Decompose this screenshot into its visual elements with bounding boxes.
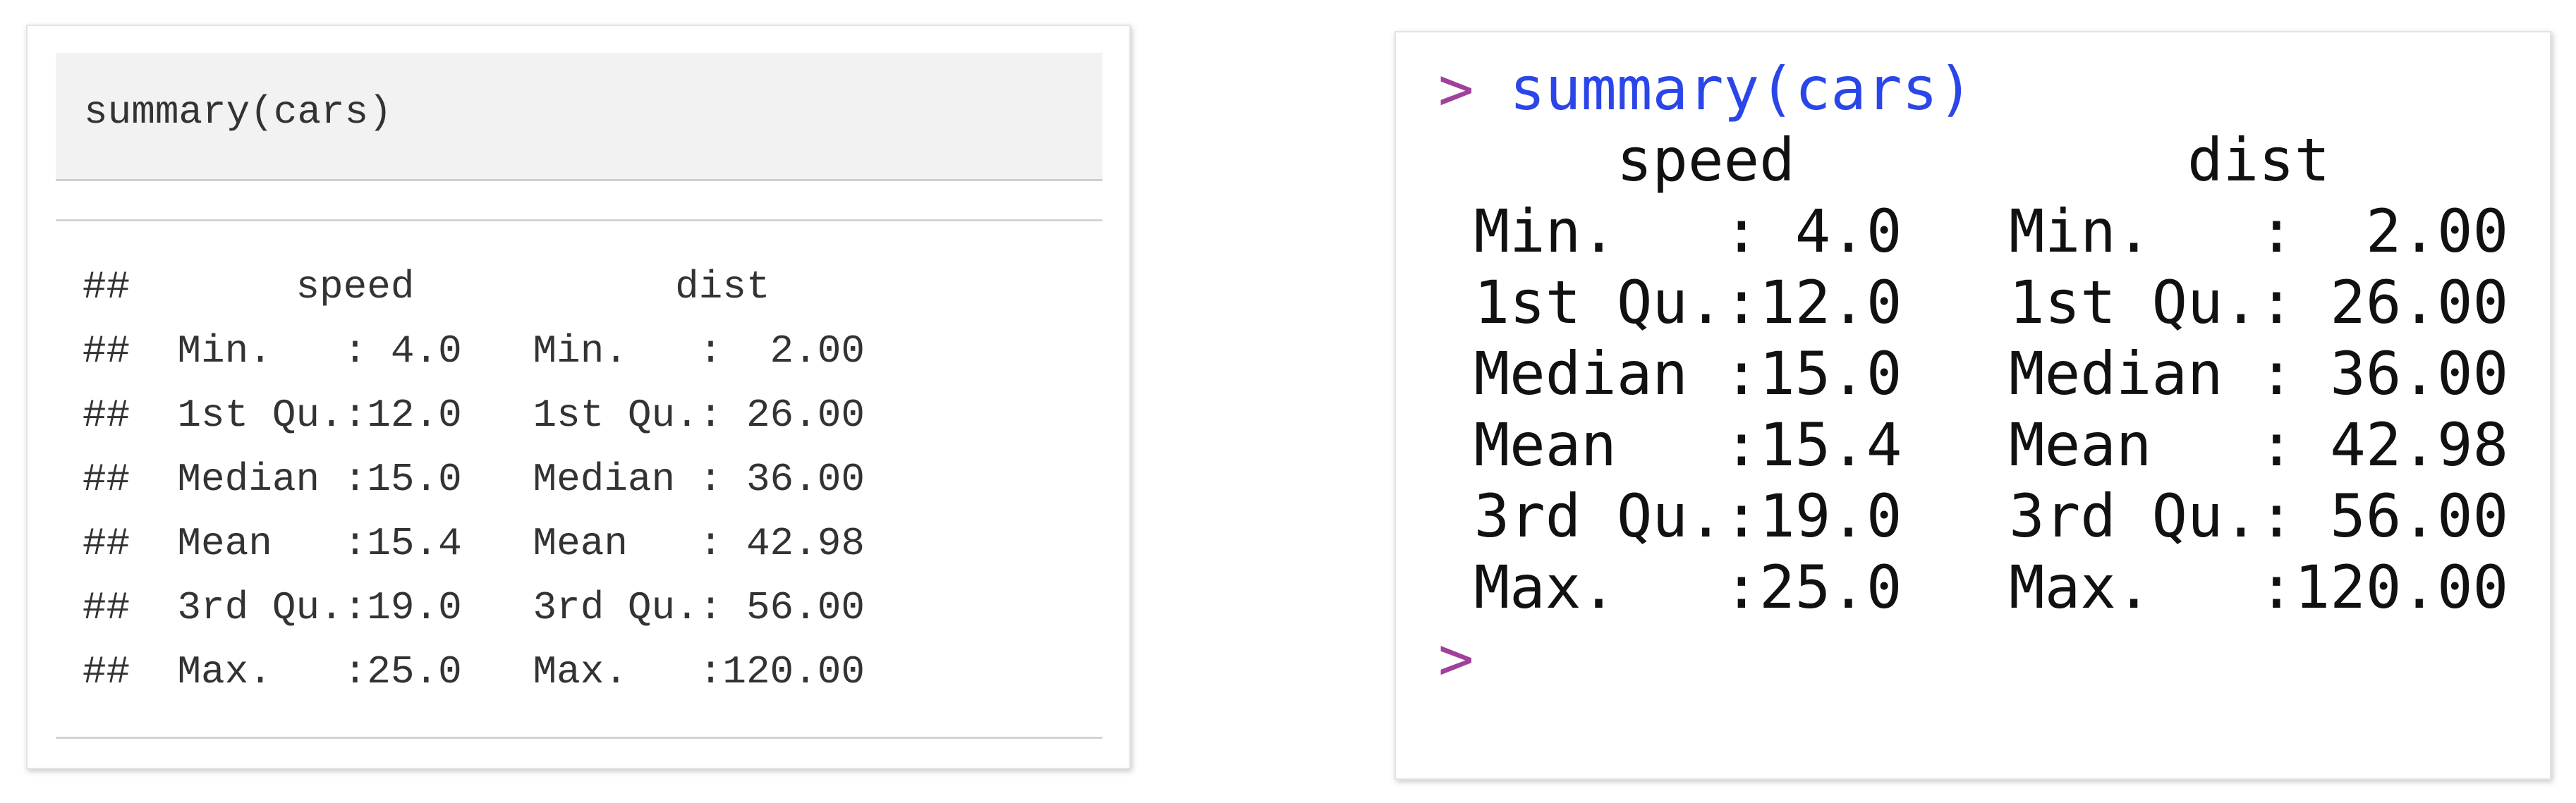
- console-command-line: > summary(cars): [1438, 54, 1974, 124]
- console-header-row: speed dist: [1438, 125, 2576, 195]
- r-console-panel[interactable]: > summary(cars) speed dist Min. : 4.0 Mi…: [1395, 31, 2551, 780]
- output-row-min: ## Min. : 4.0 Min. : 2.00: [83, 329, 913, 374]
- output-divider-top: [56, 219, 1102, 221]
- console-row-max: Max. :25.0 Max. :120.00: [1438, 553, 2576, 622]
- console-row-1st-qu: 1st Qu.:12.0 1st Qu.: 26.00: [1438, 268, 2576, 337]
- rmarkdown-output-panel: summary(cars) ## speed dist ## Min. : 4.…: [26, 25, 1131, 769]
- console-input-line[interactable]: >: [1438, 623, 1474, 694]
- output-row-3rd-qu: ## 3rd Qu.:19.0 3rd Qu.: 56.00: [83, 585, 913, 630]
- console-prompt: >: [1438, 54, 1474, 123]
- console-row-min: Min. : 4.0 Min. : 2.00: [1438, 197, 2576, 266]
- console-row-median: Median :15.0 Median : 36.00: [1438, 339, 2576, 408]
- output-row-1st-qu: ## 1st Qu.:12.0 1st Qu.: 26.00: [83, 393, 913, 438]
- console-row-3rd-qu: 3rd Qu.:19.0 3rd Qu.: 56.00: [1438, 482, 2576, 551]
- console-command: summary(cars): [1509, 54, 1974, 123]
- console-next-prompt: >: [1438, 624, 1474, 693]
- output-row-mean: ## Mean :15.4 Mean : 42.98: [83, 521, 913, 566]
- code-chunk[interactable]: summary(cars): [56, 53, 1102, 181]
- console-row-mean: Mean :15.4 Mean : 42.98: [1438, 410, 2576, 479]
- output-divider-bottom: [56, 737, 1102, 739]
- code-chunk-text[interactable]: summary(cars): [84, 90, 392, 135]
- output-header-row: ## speed dist: [83, 264, 936, 309]
- output-row-max: ## Max. :25.0 Max. :120.00: [83, 649, 913, 694]
- output-row-median: ## Median :15.0 Median : 36.00: [83, 457, 913, 502]
